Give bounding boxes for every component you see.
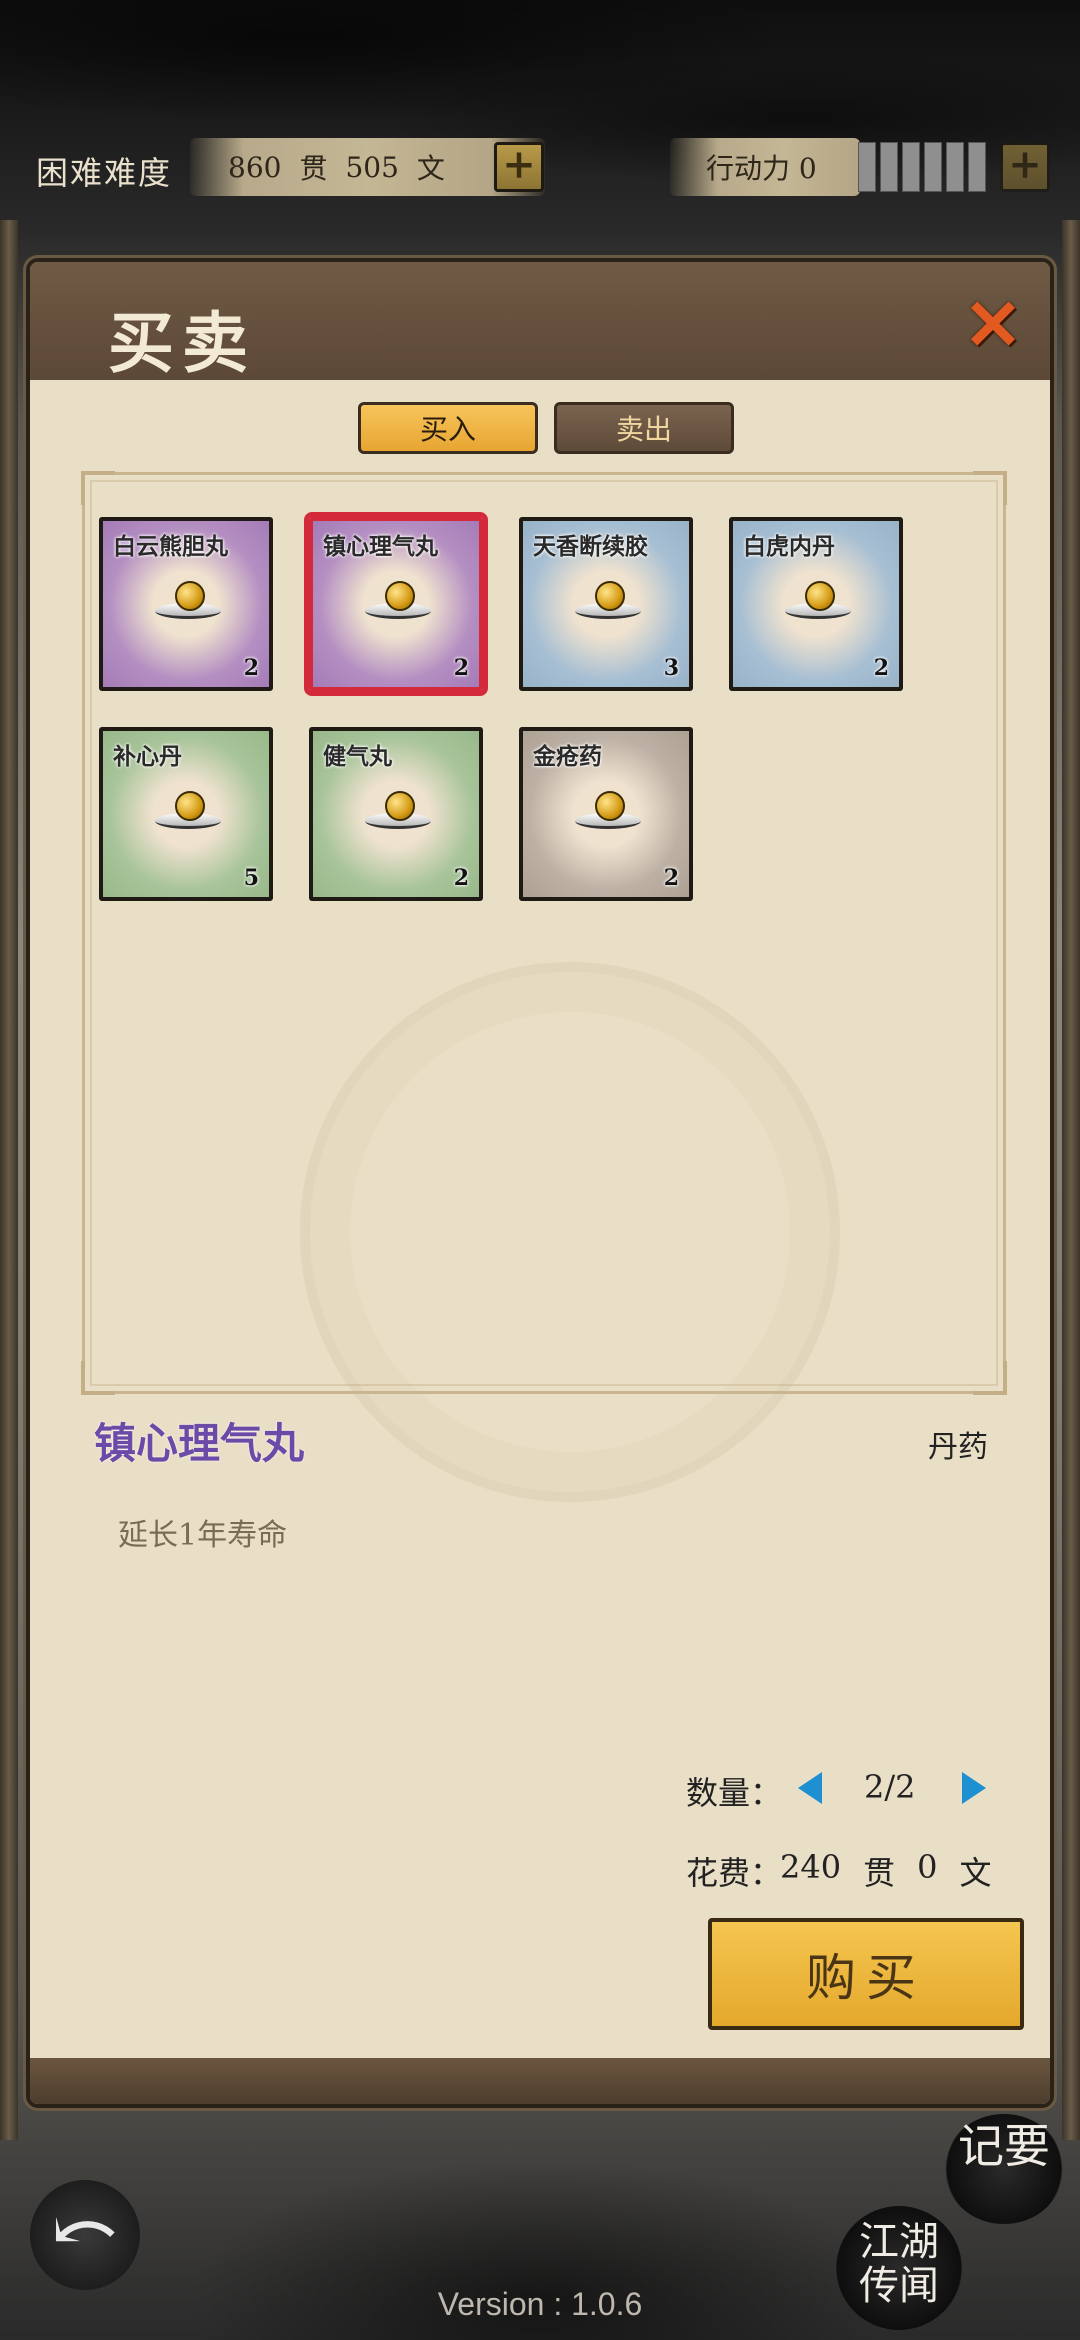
frame-corner: [81, 471, 115, 505]
quantity-value: 2/2: [864, 1768, 916, 1806]
cost-guan-unit: 贯: [863, 1854, 896, 1892]
scroll-rod-left: [0, 220, 18, 2140]
panel-header: 买卖 ✕: [30, 262, 1050, 382]
frame-corner: [973, 471, 1007, 505]
money-display: 860 贯 505 文: [190, 138, 545, 196]
back-button[interactable]: ⤺: [30, 2180, 140, 2290]
item-count: 2: [243, 655, 259, 681]
purchase-button[interactable]: 购买: [708, 1918, 1024, 2030]
item-name: 金疮药: [533, 743, 602, 770]
item-slot[interactable]: 白云熊胆丸 2: [99, 517, 273, 691]
frame-corner: [81, 1361, 115, 1395]
close-button[interactable]: ✕: [960, 283, 1026, 366]
frame-corner: [973, 1361, 1007, 1395]
add-stamina-button[interactable]: +: [1000, 142, 1050, 192]
item-slot[interactable]: 金疮药 2: [519, 727, 693, 901]
scroll-rod-right: [1062, 220, 1080, 2140]
panel-title: 买卖: [108, 304, 256, 382]
stamina-bar: [858, 142, 986, 192]
item-count: 2: [873, 655, 889, 681]
panel-footer: [30, 2058, 1050, 2104]
pill-icon: [365, 791, 431, 835]
cost-value: 240 贯 0 文: [780, 1848, 991, 1894]
decrease-quantity-icon[interactable]: [798, 1772, 822, 1804]
item-slot[interactable]: 镇心理气丸 2: [304, 512, 488, 696]
tab-buy[interactable]: 买入: [358, 402, 538, 454]
pill-icon: [155, 791, 221, 835]
item-detail-description: 延长1年寿命: [118, 1518, 288, 1553]
item-count: 3: [663, 655, 679, 681]
memo-button[interactable]: 记要: [944, 2114, 1064, 2224]
pill-icon: [785, 581, 851, 625]
money-guan: 860: [228, 150, 282, 184]
stamina-segment: [946, 142, 964, 192]
item-name: 健气丸: [323, 743, 392, 770]
pill-icon: [575, 581, 641, 625]
item-slot[interactable]: 健气丸 2: [309, 727, 483, 901]
item-detail-type: 丹药: [928, 1430, 988, 1465]
stamina-label: 行动力 0: [670, 138, 860, 196]
item-slot[interactable]: 补心丹 5: [99, 727, 273, 901]
stamina-segment: [968, 142, 986, 192]
item-name: 补心丹: [113, 743, 182, 770]
back-arrow-icon: ⤺: [51, 2183, 119, 2276]
news-button-line1: 江湖: [859, 2219, 939, 2265]
pill-icon: [155, 581, 221, 625]
stamina-segment: [880, 142, 898, 192]
stamina-segment: [902, 142, 920, 192]
money-wen: 505: [345, 150, 399, 184]
item-name: 天香断续胶: [533, 533, 648, 560]
close-icon: ✕: [963, 283, 1023, 366]
difficulty-label: 困难难度: [36, 154, 173, 192]
increase-quantity-icon[interactable]: [962, 1772, 986, 1804]
quantity-label: 数量：: [686, 1774, 783, 1812]
wen-unit: 文: [416, 152, 445, 185]
item-name: 白虎内丹: [743, 533, 835, 560]
pill-icon: [575, 791, 641, 835]
item-count: 2: [663, 865, 679, 891]
cost-wen-unit: 文: [959, 1854, 992, 1892]
pill-icon: [365, 581, 431, 625]
guan-unit: 贯: [299, 152, 328, 185]
cost-guan: 240: [780, 1848, 842, 1886]
status-bar: 困难难度 860 贯 505 文 + 行动力 0 +: [0, 130, 1080, 206]
tab-sell[interactable]: 卖出: [554, 402, 734, 454]
stamina-segment: [924, 142, 942, 192]
item-slot[interactable]: 白虎内丹 2: [729, 517, 903, 691]
version-label: Version : 1.0.6: [437, 2286, 643, 2322]
cost-label: 花费：: [686, 1854, 783, 1892]
cost-wen: 0: [917, 1848, 938, 1886]
item-count: 2: [453, 655, 469, 681]
item-count: 5: [243, 865, 259, 891]
add-money-button[interactable]: +: [494, 142, 544, 192]
item-name: 镇心理气丸: [323, 533, 438, 560]
item-name: 白云熊胆丸: [113, 533, 228, 560]
trade-panel: 买卖 ✕ 买入 卖出 白云熊胆丸 2 镇心理气丸 2 天香断续胶 3 白虎内丹 2 补心丹 5 健气…: [26, 258, 1054, 2108]
stamina-segment: [858, 142, 876, 192]
item-detail-name: 镇心理气丸: [94, 1419, 305, 1468]
item-count: 2: [453, 865, 469, 891]
item-slot[interactable]: 天香断续胶 3: [519, 517, 693, 691]
